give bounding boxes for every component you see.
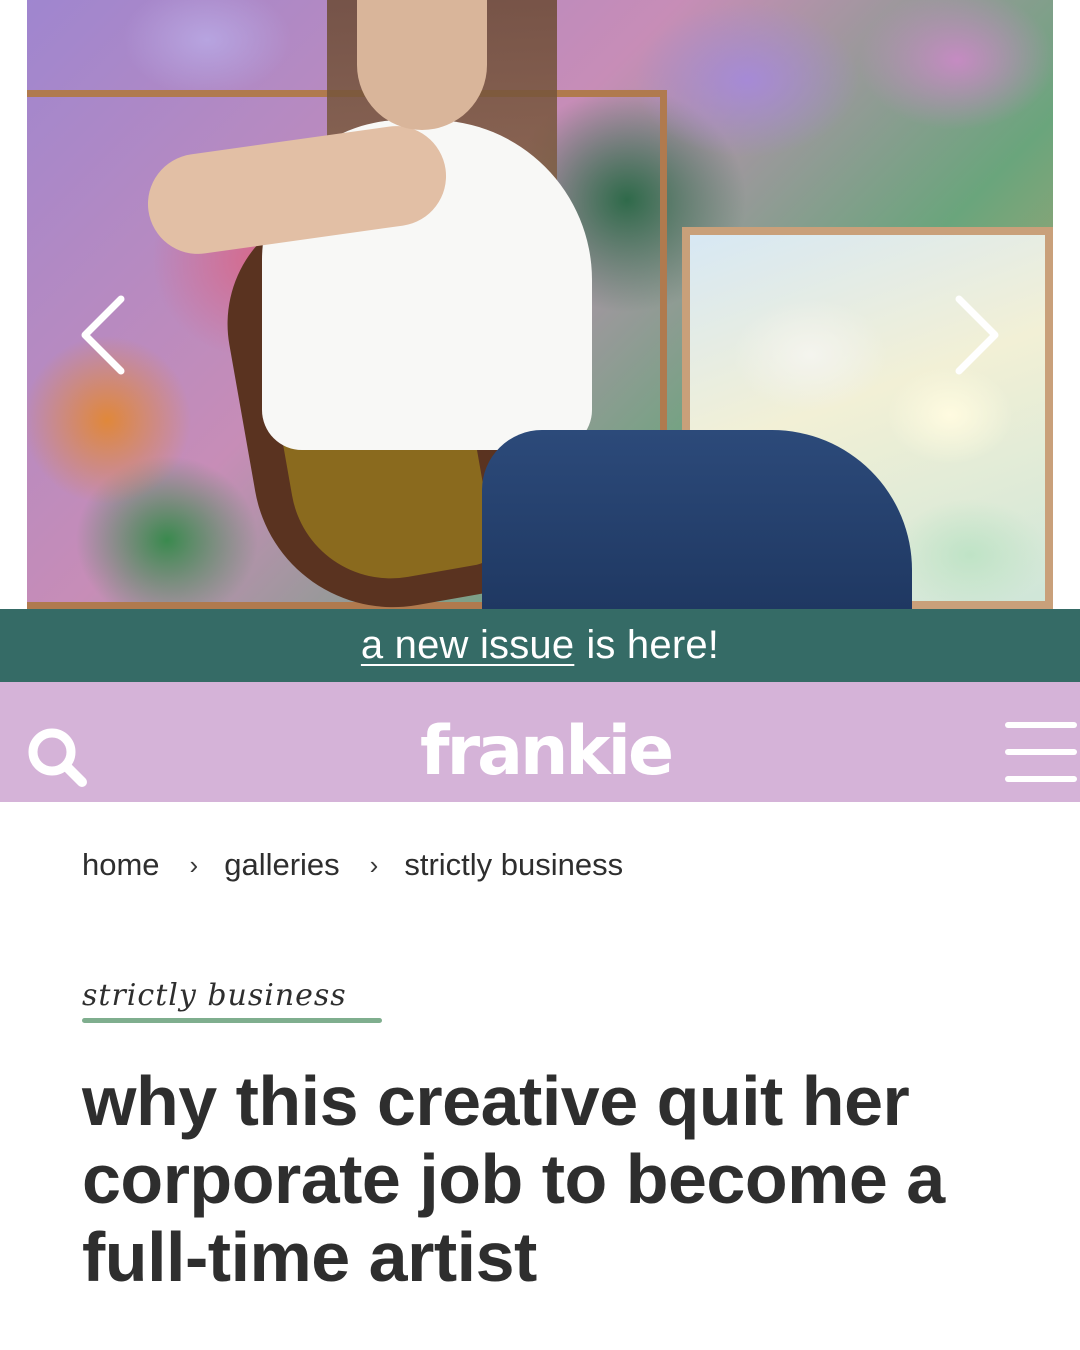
carousel-next-button[interactable]	[945, 295, 1005, 375]
announcement-text: is here!	[586, 623, 720, 667]
chevron-left-icon	[81, 295, 125, 375]
new-issue-link[interactable]: a new issue	[361, 623, 574, 668]
breadcrumb-separator-icon: ›	[369, 849, 379, 880]
carousel-prev-button[interactable]	[75, 295, 135, 375]
breadcrumb-home[interactable]: home	[82, 847, 160, 883]
breadcrumb-strictly-business[interactable]: strictly business	[404, 847, 623, 883]
announcement-banner: a new issue is here!	[0, 609, 1080, 682]
menu-icon-bar	[1005, 776, 1077, 782]
menu-icon-bar	[1005, 749, 1077, 755]
person-face	[357, 0, 487, 130]
hamburger-menu-icon	[1005, 722, 1077, 728]
breadcrumb-separator-icon: ›	[189, 849, 199, 880]
breadcrumb: home › galleries › strictly business	[82, 843, 623, 887]
article-category[interactable]: strictly business	[82, 978, 347, 1013]
menu-button[interactable]	[1000, 718, 1080, 788]
search-icon	[28, 728, 87, 787]
breadcrumb-galleries[interactable]: galleries	[224, 847, 339, 883]
hero-carousel	[0, 0, 1080, 609]
person-jeans	[482, 430, 912, 609]
category-underline	[82, 1018, 382, 1023]
article-title: why this creative quit her corporate job…	[82, 1062, 945, 1296]
search-button[interactable]	[24, 724, 90, 790]
chevron-right-icon	[955, 295, 999, 375]
hero-photo	[27, 0, 1053, 609]
byline-cut-off	[82, 1342, 382, 1350]
site-logo[interactable]: frankie	[420, 712, 700, 792]
